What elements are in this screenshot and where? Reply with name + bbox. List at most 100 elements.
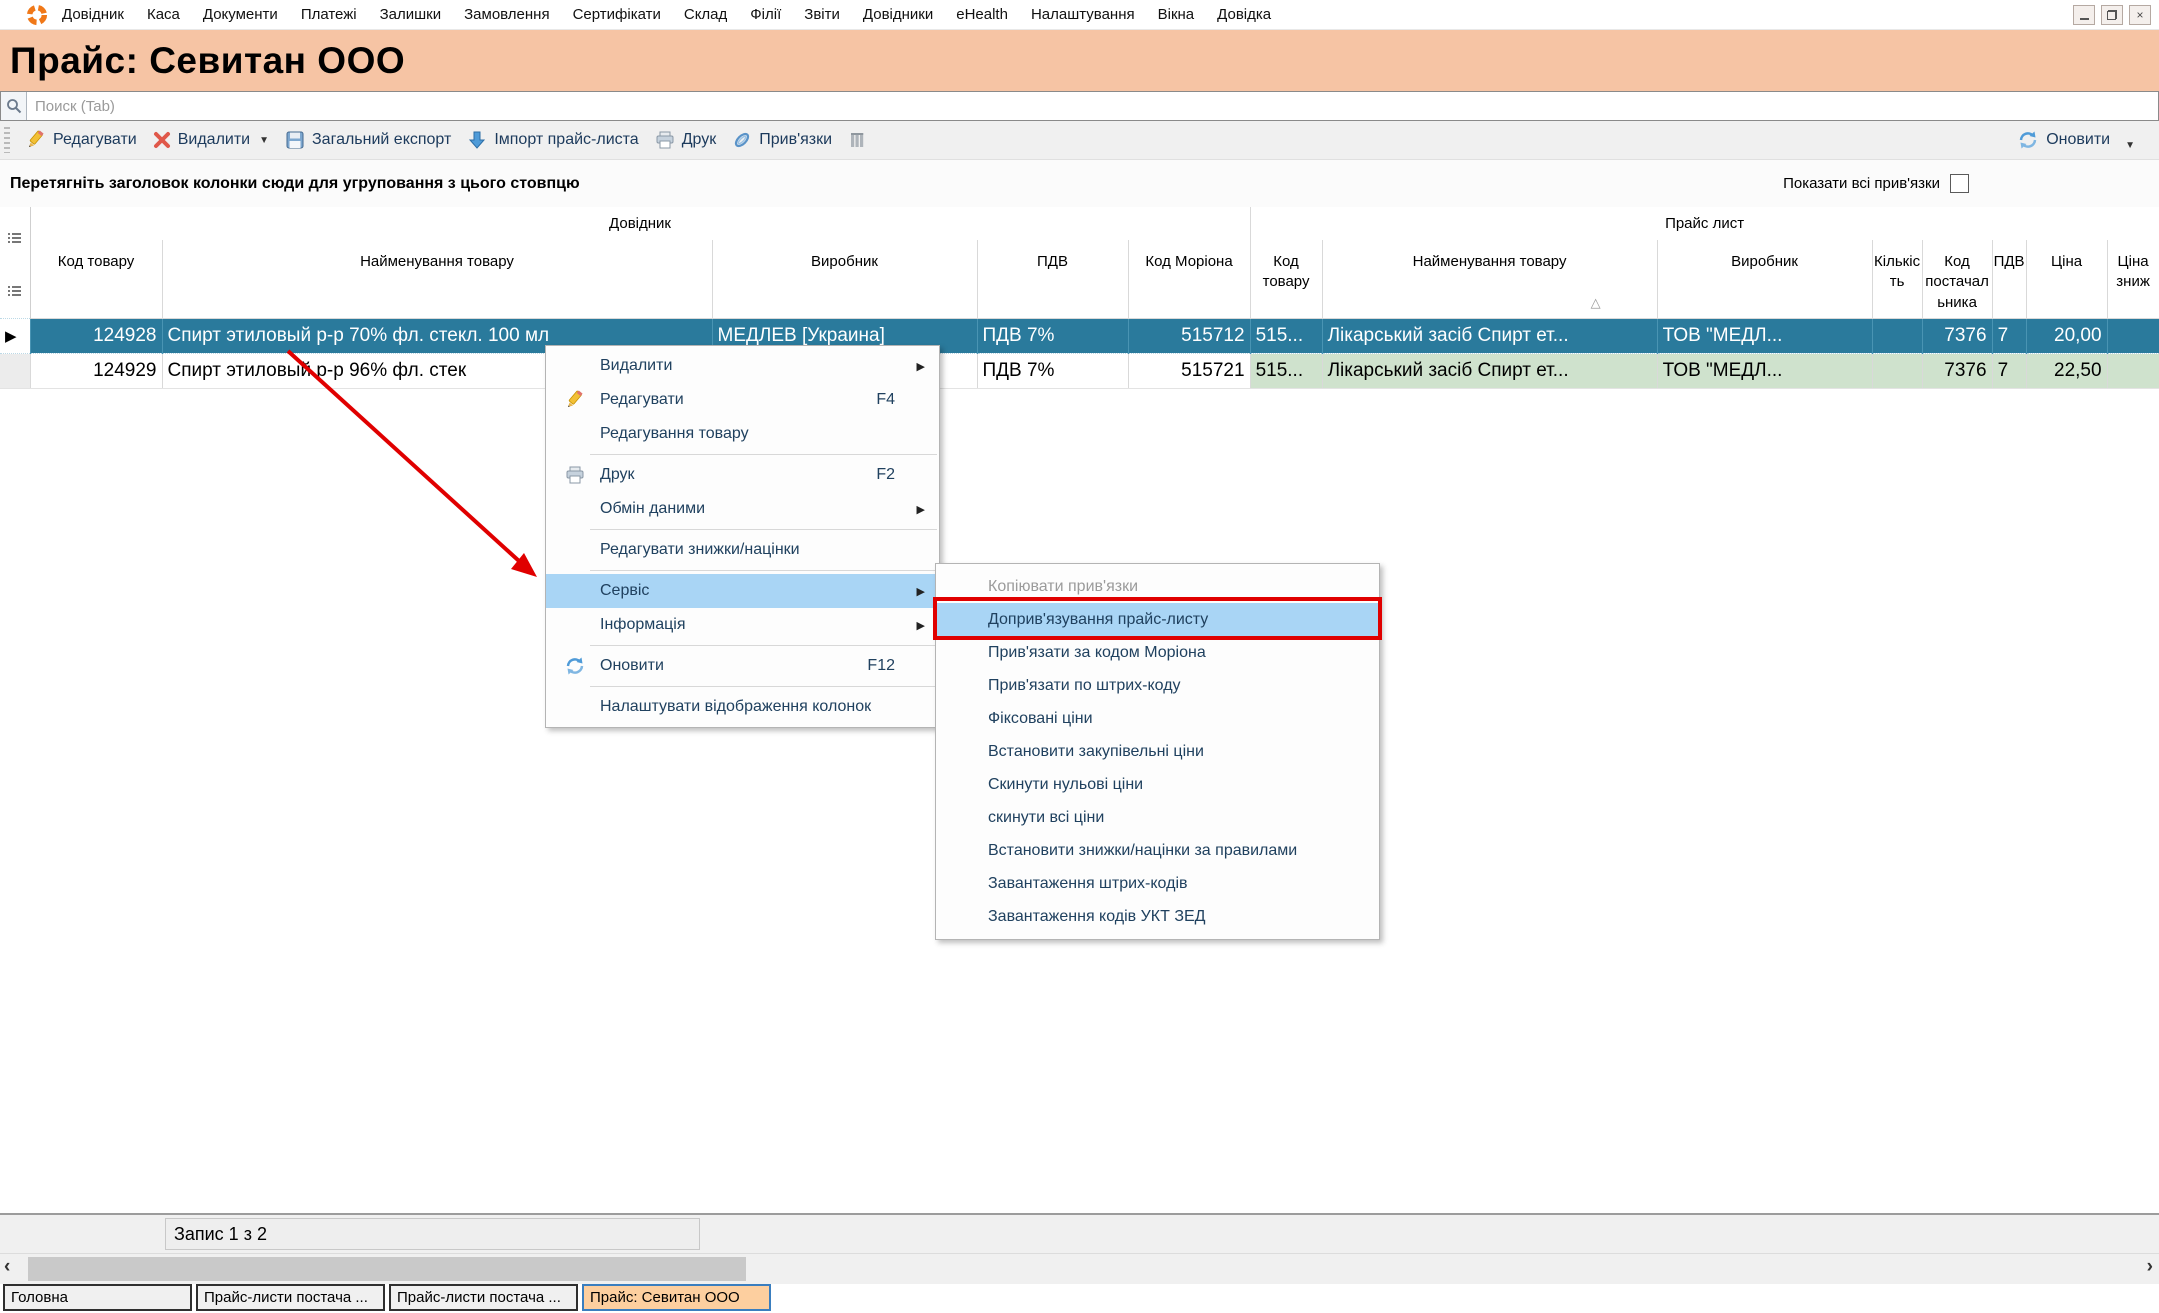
cell[interactable]: 124929 (30, 353, 162, 388)
ctx-item-redahuvaty[interactable]: Редагувати F4 (546, 383, 939, 417)
ctx-item-znyzhky-natsinky[interactable]: Редагувати знижки/націнки (546, 533, 939, 567)
ctx-item-informatsiia[interactable]: Інформація ▶ (546, 608, 939, 642)
cell[interactable]: ТОВ "МЕДЛ... (1657, 318, 1872, 353)
sub-item-fiksovani-tsiny[interactable]: Фіксовані ціни (936, 702, 1379, 735)
col-header-pdv-2[interactable]: ПДВ (1992, 240, 2026, 318)
menu-dovidnyky[interactable]: Довідники (863, 6, 933, 23)
menu-sertyfikaty[interactable]: Сертифікати (573, 6, 661, 23)
scroll-right-icon[interactable]: › (2147, 1256, 2153, 1278)
col-header-kilkist[interactable]: Кількість (1872, 240, 1922, 318)
grid-corner-gutter[interactable] (0, 207, 30, 318)
ctx-item-redahuvannia-tovaru[interactable]: Редагування товару (546, 417, 939, 451)
menu-platezhi[interactable]: Платежі (301, 6, 357, 23)
tab-price-sevytan-active[interactable]: Прайс: Севитан ООО (582, 1284, 771, 1311)
menu-ehealth[interactable]: eHealth (956, 6, 1008, 23)
menu-dovidnyk[interactable]: Довідник (62, 6, 124, 23)
group-header-price-list[interactable]: Прайс лист (1250, 207, 2159, 240)
sub-item-zakupivelni-tsiny[interactable]: Встановити закупівельні ціни (936, 735, 1379, 768)
show-all-links-checkbox[interactable] (1950, 174, 1969, 193)
export-button[interactable]: Загальний експорт (277, 126, 459, 154)
menu-filii[interactable]: Філії (750, 6, 781, 23)
menu-sklad[interactable]: Склад (684, 6, 727, 23)
cell[interactable]: 7376 (1922, 353, 1992, 388)
search-input[interactable] (27, 92, 2158, 120)
toolbar-drag-handle[interactable] (4, 127, 10, 153)
import-button[interactable]: Імпорт прайс-листа (459, 126, 646, 154)
menu-zamovlennia[interactable]: Замовлення (464, 6, 549, 23)
cell[interactable]: 124928 (30, 318, 162, 353)
cell[interactable] (2107, 318, 2159, 353)
sub-item-dopryviazuvannia[interactable]: Доприв'язування прайс-листу (936, 603, 1379, 636)
col-header-vyrobnyk-2[interactable]: Виробник (1657, 240, 1872, 318)
col-header-tsina[interactable]: Ціна (2026, 240, 2107, 318)
ctx-item-nalashtuvaty-kolonky[interactable]: Налаштувати відображення колонок (546, 690, 939, 724)
cell[interactable]: 515712 (1128, 318, 1250, 353)
col-header-naimenuvannia-2[interactable]: Найменування товару△ (1322, 240, 1657, 318)
cell[interactable]: 7 (1992, 353, 2026, 388)
cell[interactable] (2107, 353, 2159, 388)
cell[interactable] (1872, 353, 1922, 388)
cell[interactable]: Лікарський засіб Спирт ет... (1322, 318, 1657, 353)
group-header-dovidnyk[interactable]: Довідник (30, 207, 1250, 240)
cell[interactable]: ПДВ 7% (977, 353, 1128, 388)
edit-button[interactable]: Редагувати (18, 126, 145, 154)
menu-kasa[interactable]: Каса (147, 6, 180, 23)
ctx-item-onovyty[interactable]: Оновити F12 (546, 649, 939, 683)
scroll-left-icon[interactable]: ‹ (4, 1256, 10, 1278)
tab-price-lists-2[interactable]: Прайс-листи постача ... (389, 1284, 578, 1311)
close-button[interactable]: × (2129, 5, 2151, 25)
horizontal-scrollbar[interactable]: ‹ › (0, 1253, 2159, 1284)
sub-item-skynuty-vsi[interactable]: скинути всі ціни (936, 801, 1379, 834)
cell[interactable]: 7 (1992, 318, 2026, 353)
submenu-arrow-icon: ▶ (917, 585, 925, 598)
refresh-button[interactable]: Оновити (2009, 125, 2118, 155)
col-header-kod-moriona[interactable]: Код Моріона (1128, 240, 1250, 318)
tab-holovna[interactable]: Головна (3, 1284, 192, 1311)
sub-item-znyzhky-za-pravylamy[interactable]: Встановити знижки/націнки за правилами (936, 834, 1379, 867)
cell[interactable]: 515... (1250, 353, 1322, 388)
col-header-kod-tovaru[interactable]: Код товару (30, 240, 162, 318)
tab-price-lists-1[interactable]: Прайс-листи постача ... (196, 1284, 385, 1311)
columns-button[interactable] (840, 127, 874, 153)
cell[interactable]: ТОВ "МЕДЛ... (1657, 353, 1872, 388)
cell[interactable]: Лікарський засіб Спирт ет... (1322, 353, 1657, 388)
sub-item-zavantazhennia-shtrykh[interactable]: Завантаження штрих-кодів (936, 867, 1379, 900)
group-by-hint: Перетягніть заголовок колонки сюди для у… (0, 175, 580, 193)
col-header-naimenuvannia[interactable]: Найменування товару (162, 240, 712, 318)
refresh-dropdown-icon[interactable]: ▼ (2125, 140, 2135, 151)
col-header-kod-postachalnyka[interactable]: Код постачальника (1922, 240, 1992, 318)
print-button[interactable]: Друк (647, 126, 725, 154)
col-header-kod-tovaru-2[interactable]: Код товару (1250, 240, 1322, 318)
table-row-selected[interactable]: ▶ 124928 Спирт этиловый р-р 70% фл. стек… (0, 318, 2159, 353)
sub-item-za-kodom-moriona[interactable]: Прив'язати за кодом Моріона (936, 636, 1379, 669)
restore-button[interactable] (2101, 5, 2123, 25)
menu-zvity[interactable]: Звіти (804, 6, 840, 23)
col-header-pdv[interactable]: ПДВ (977, 240, 1128, 318)
col-header-tsina-znyzh[interactable]: Ціна зниж (2107, 240, 2159, 318)
col-header-vyrobnyk[interactable]: Виробник (712, 240, 977, 318)
delete-button[interactable]: Видалити ▼ (145, 127, 277, 153)
cell[interactable]: 7376 (1922, 318, 1992, 353)
cell[interactable]: 515721 (1128, 353, 1250, 388)
scrollbar-thumb[interactable] (28, 1257, 746, 1281)
links-button[interactable]: Прив'язки (724, 126, 840, 154)
menu-dovidka[interactable]: Довідка (1217, 6, 1271, 23)
cell[interactable]: ПДВ 7% (977, 318, 1128, 353)
cell[interactable]: 20,00 (2026, 318, 2107, 353)
cell[interactable]: 22,50 (2026, 353, 2107, 388)
ctx-item-druk[interactable]: Друк F2 (546, 458, 939, 492)
menu-zalyshky[interactable]: Залишки (380, 6, 442, 23)
minimize-button[interactable] (2073, 5, 2095, 25)
menu-nalashtuvannia[interactable]: Налаштування (1031, 6, 1135, 23)
ctx-item-servis[interactable]: Сервіс ▶ (546, 574, 939, 608)
cell[interactable]: 515... (1250, 318, 1322, 353)
ctx-item-obmin-danymy[interactable]: Обмін даними ▶ (546, 492, 939, 526)
table-row[interactable]: 124929 Спирт этиловый р-р 96% фл. стек П… (0, 353, 2159, 388)
sub-item-skynuty-nulovi[interactable]: Скинути нульові ціни (936, 768, 1379, 801)
menu-dokumenty[interactable]: Документи (203, 6, 278, 23)
cell[interactable] (1872, 318, 1922, 353)
sub-item-zavantazhennia-ukt-zed[interactable]: Завантаження кодів УКТ ЗЕД (936, 900, 1379, 933)
ctx-item-vydalyty[interactable]: Видалити ▶ (546, 349, 939, 383)
menu-vikna[interactable]: Вікна (1158, 6, 1195, 23)
sub-item-po-shtrykh-kodu[interactable]: Прив'язати по штрих-коду (936, 669, 1379, 702)
